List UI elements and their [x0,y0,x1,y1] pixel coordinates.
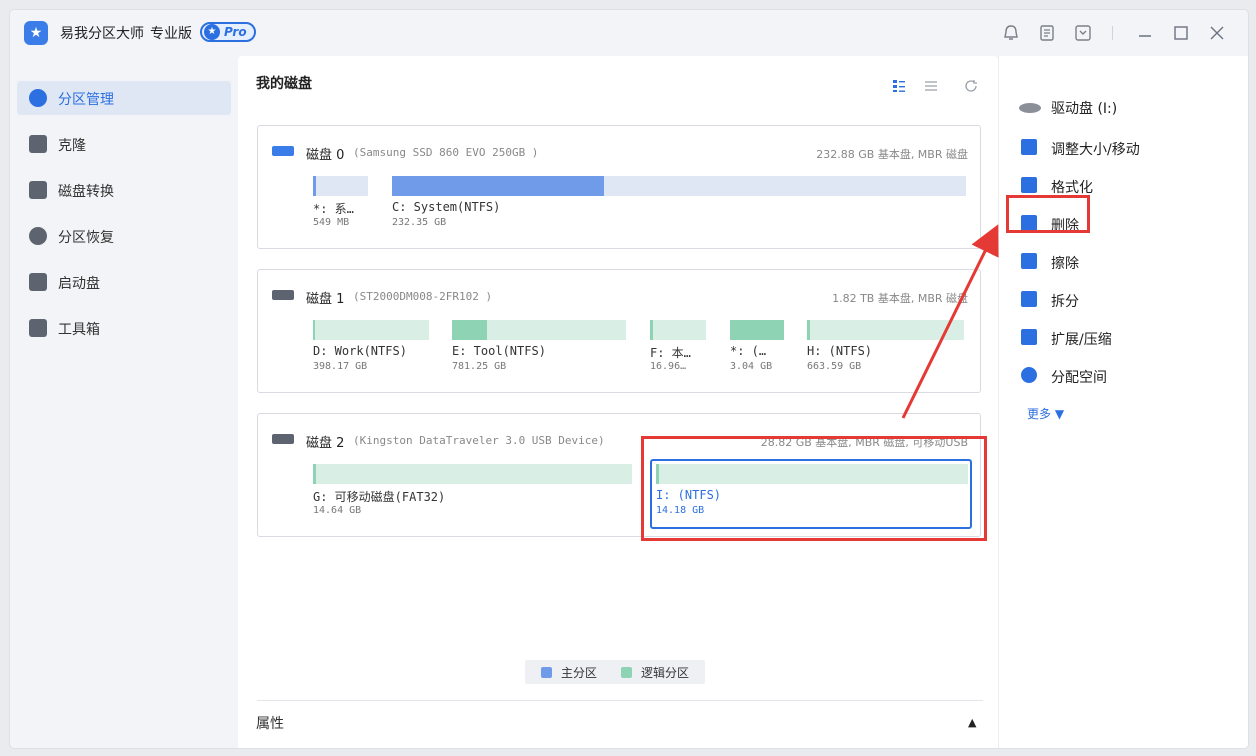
app-window: 易我分区大师 专业版 Pro 分区管理 克隆 [10,10,1248,748]
annotation-arrow [901,224,999,419]
